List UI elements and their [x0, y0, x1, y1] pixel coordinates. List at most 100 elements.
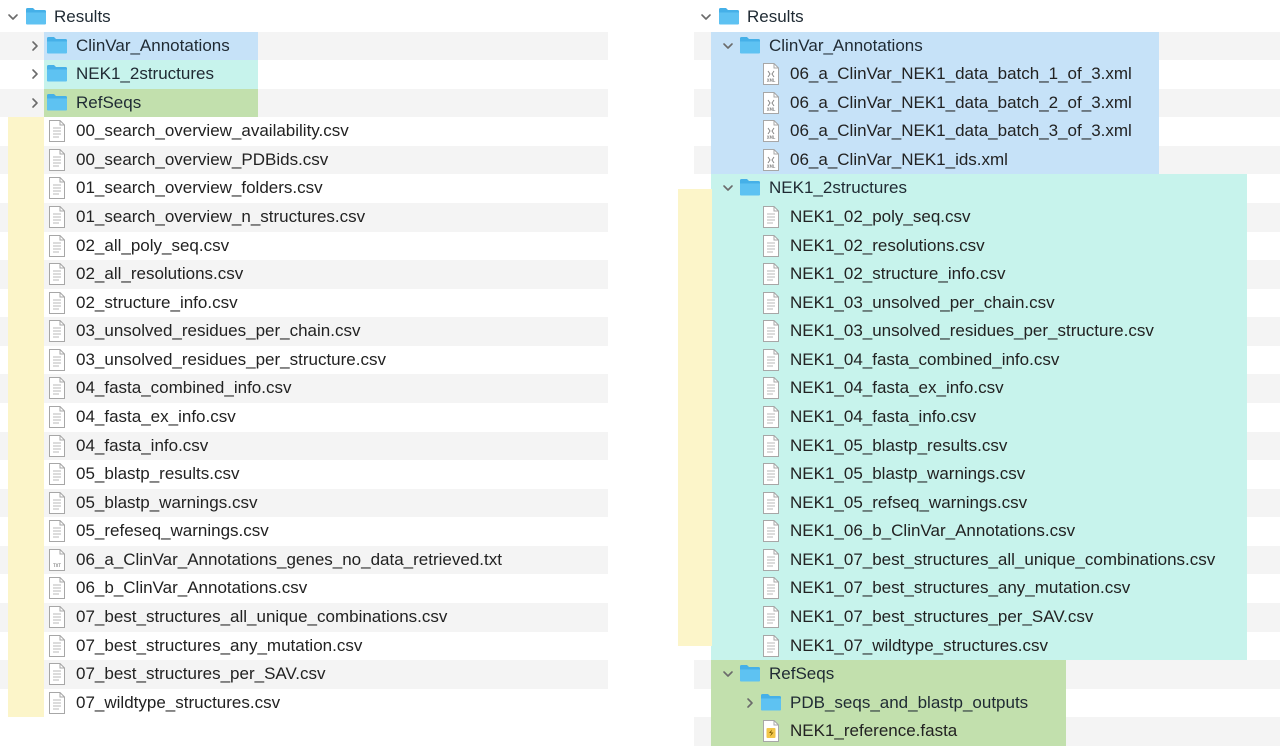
file-name: 06_a_ClinVar_Annotations_genes_no_data_r… [76, 549, 502, 569]
document-icon [48, 120, 70, 143]
file-name: 06_a_ClinVar_NEK1_data_batch_2_of_3.xml [790, 92, 1132, 112]
file-name: 04_fasta_combined_info.csv [76, 378, 292, 398]
left-finder-panel: Results ClinVar_Annotations NEK1_2structur… [0, 3, 610, 743]
folder-name: NEK1_2structures [769, 178, 907, 198]
file-row[interactable]: 07_best_structures_per_SAV.csv [0, 660, 610, 688]
file-name: NEK1_07_best_structures_per_SAV.csv [790, 606, 1094, 626]
document-icon [48, 691, 70, 714]
file-name: NEK1_04_fasta_ex_info.csv [790, 378, 1004, 398]
file-name: NEK1_05_blastp_results.csv [790, 435, 1008, 455]
file-row[interactable]: NEK1_02_poly_seq.csv [678, 203, 1280, 231]
folder-name: ClinVar_Annotations [769, 35, 923, 55]
chevron-down-icon[interactable] [700, 11, 712, 23]
file-row[interactable]: 06_b_ClinVar_Annotations.csv [0, 574, 610, 602]
chevron-down-icon[interactable] [722, 182, 734, 194]
file-name: 06_a_ClinVar_NEK1_data_batch_3_of_3.xml [790, 121, 1132, 141]
file-name: 00_search_overview_availability.csv [76, 121, 349, 141]
file-row[interactable]: NEK1_05_blastp_warnings.csv [678, 460, 1280, 488]
folder-row[interactable]: ClinVar_Annotations [678, 32, 1280, 60]
folder-icon [46, 63, 68, 85]
file-row[interactable]: 07_wildtype_structures.csv [0, 689, 610, 717]
document-icon [762, 548, 784, 571]
file-row[interactable]: 01_search_overview_n_structures.csv [0, 203, 610, 231]
file-row[interactable]: NEK1_02_structure_info.csv [678, 260, 1280, 288]
file-row[interactable]: NEK1_07_best_structures_all_unique_combi… [678, 546, 1280, 574]
folder-row[interactable]: Results [678, 3, 1280, 31]
file-row[interactable]: 04_fasta_ex_info.csv [0, 403, 610, 431]
file-name: 05_refeseq_warnings.csv [76, 521, 269, 541]
file-row[interactable]: NEK1_07_best_structures_any_mutation.csv [678, 574, 1280, 602]
file-row[interactable]: NEK1_07_best_structures_per_SAV.csv [678, 603, 1280, 631]
document-icon [762, 234, 784, 257]
chevron-down-icon[interactable] [722, 40, 734, 52]
file-name: NEK1_reference.fasta [790, 721, 958, 741]
file-row[interactable]: NEK1_04_fasta_info.csv [678, 403, 1280, 431]
file-row[interactable]: NEK1_06_b_ClinVar_Annotations.csv [678, 517, 1280, 545]
folder-name: RefSeqs [769, 664, 835, 684]
file-row[interactable]: XML 06_a_ClinVar_NEK1_ids.xml [678, 146, 1280, 174]
folder-icon [760, 692, 782, 714]
chevron-right-icon[interactable] [744, 697, 756, 709]
folder-row[interactable]: NEK1_2structures [678, 174, 1280, 202]
chevron-down-icon[interactable] [722, 668, 734, 680]
document-icon [48, 148, 70, 171]
file-row[interactable]: 05_refeseq_warnings.csv [0, 517, 610, 545]
folder-row[interactable]: ClinVar_Annotations [0, 32, 610, 60]
file-name: 04_fasta_ex_info.csv [76, 406, 236, 426]
xml-file-icon: XML [762, 91, 784, 114]
chevron-right-icon[interactable] [29, 40, 41, 52]
xml-file-icon: XML [762, 148, 784, 171]
file-row[interactable]: 02_structure_info.csv [0, 289, 610, 317]
file-row[interactable]: 03_unsolved_residues_per_chain.csv [0, 317, 610, 345]
document-icon [48, 634, 70, 657]
file-row[interactable]: NEK1_reference.fasta [678, 717, 1280, 745]
file-name: NEK1_07_best_structures_any_mutation.csv [790, 578, 1131, 598]
file-row[interactable]: 04_fasta_info.csv [0, 432, 610, 460]
document-icon [48, 663, 70, 686]
file-row[interactable]: NEK1_07_wildtype_structures.csv [678, 632, 1280, 660]
folder-row[interactable]: RefSeqs [0, 89, 610, 117]
file-row[interactable]: NEK1_05_refseq_warnings.csv [678, 489, 1280, 517]
file-row[interactable]: NEK1_04_fasta_ex_info.csv [678, 374, 1280, 402]
file-name: 05_blastp_results.csv [76, 464, 240, 484]
file-row[interactable]: 02_all_poly_seq.csv [0, 232, 610, 260]
file-name: NEK1_04_fasta_info.csv [790, 406, 977, 426]
svg-text:XML: XML [767, 135, 776, 140]
file-row[interactable]: 00_search_overview_availability.csv [0, 117, 610, 145]
file-name: 07_best_structures_any_mutation.csv [76, 635, 363, 655]
file-row[interactable]: XML 06_a_ClinVar_NEK1_data_batch_1_of_3.x… [678, 60, 1280, 88]
file-row[interactable]: 05_blastp_results.csv [0, 460, 610, 488]
folder-name: Results [54, 7, 111, 26]
file-name: NEK1_07_best_structures_all_unique_combi… [790, 549, 1216, 569]
file-row[interactable]: 01_search_overview_folders.csv [0, 174, 610, 202]
file-row[interactable]: NEK1_03_unsolved_residues_per_structure.… [678, 317, 1280, 345]
chevron-down-icon[interactable] [7, 11, 19, 23]
file-row[interactable]: XML 06_a_ClinVar_NEK1_data_batch_2_of_3.x… [678, 89, 1280, 117]
document-icon [48, 177, 70, 200]
file-row[interactable]: 07_best_structures_any_mutation.csv [0, 632, 610, 660]
file-row[interactable]: TXT 06_a_ClinVar_Annotations_genes_no_dat… [0, 546, 610, 574]
file-row[interactable]: 02_all_resolutions.csv [0, 260, 610, 288]
file-row[interactable]: 05_blastp_warnings.csv [0, 489, 610, 517]
file-row[interactable]: NEK1_02_resolutions.csv [678, 232, 1280, 260]
file-row[interactable]: NEK1_04_fasta_combined_info.csv [678, 346, 1280, 374]
file-row[interactable]: 04_fasta_combined_info.csv [0, 374, 610, 402]
folder-row[interactable]: NEK1_2structures [0, 60, 610, 88]
folder-icon [739, 35, 761, 57]
chevron-right-icon[interactable] [29, 68, 41, 80]
folder-row[interactable]: PDB_seqs_and_blastp_outputs [678, 689, 1280, 717]
file-row[interactable]: 03_unsolved_residues_per_structure.csv [0, 346, 610, 374]
document-icon [48, 577, 70, 600]
file-row[interactable]: XML 06_a_ClinVar_NEK1_data_batch_3_of_3.x… [678, 117, 1280, 145]
file-name: 07_wildtype_structures.csv [76, 692, 281, 712]
folder-row[interactable]: Results [0, 3, 610, 31]
file-row[interactable]: NEK1_03_unsolved_per_chain.csv [678, 289, 1280, 317]
file-name: 01_search_overview_folders.csv [76, 178, 323, 198]
chevron-right-icon[interactable] [29, 97, 41, 109]
document-icon [48, 291, 70, 314]
file-row[interactable]: NEK1_05_blastp_results.csv [678, 432, 1280, 460]
folder-row[interactable]: RefSeqs [678, 660, 1280, 688]
document-icon [48, 491, 70, 514]
file-row[interactable]: 07_best_structures_all_unique_combinatio… [0, 603, 610, 631]
file-row[interactable]: 00_search_overview_PDBids.csv [0, 146, 610, 174]
